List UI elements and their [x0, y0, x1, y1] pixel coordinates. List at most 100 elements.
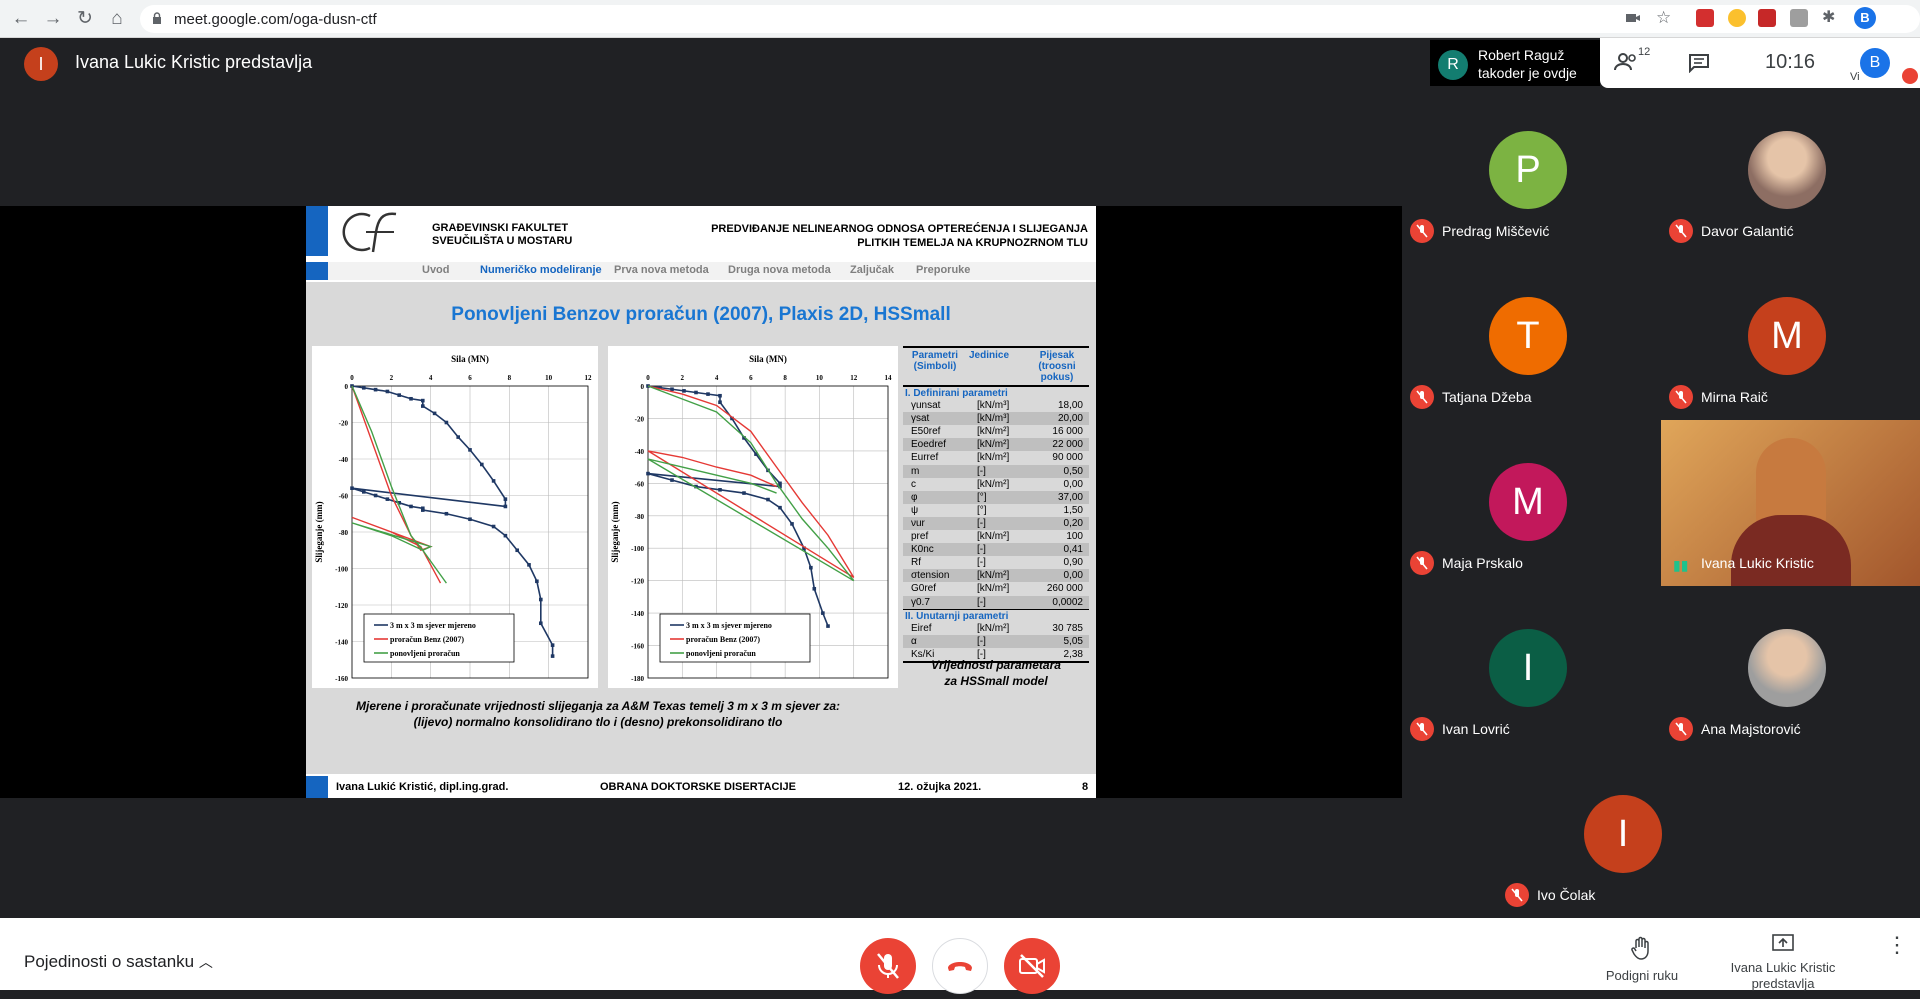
data-point	[362, 386, 366, 390]
participant-tile[interactable]: I Ivo Čolak	[1497, 752, 1756, 918]
data-point	[409, 396, 413, 401]
mic-off-icon	[1410, 551, 1434, 575]
present-screen-icon[interactable]	[1772, 934, 1794, 954]
participant-tile[interactable]: I Ivan Lovrić	[1402, 586, 1661, 752]
table-cell: 37,00	[1057, 491, 1083, 503]
more-options-icon[interactable]: ⋮	[1886, 934, 1908, 956]
table-cell: [-]	[977, 557, 986, 569]
table-cell: m	[911, 465, 920, 477]
notification-text: takoder je ovdje	[1478, 65, 1577, 81]
participant-avatar: P	[1489, 131, 1567, 209]
data-point	[503, 533, 508, 538]
participant-name: Davor Galantić	[1701, 223, 1794, 239]
participant-tile[interactable]: P Predrag Miščević	[1402, 88, 1661, 254]
table-cell: 100	[1066, 531, 1083, 543]
x-tick-label: 8	[508, 374, 512, 382]
table-cell: φ	[911, 491, 918, 503]
slide-heading: Ponovljeni Benzov proračun (2007), Plaxi…	[451, 304, 951, 325]
extension-icon[interactable]	[1728, 9, 1746, 27]
participant-tile[interactable]: T Tatjana Džeba	[1402, 254, 1661, 420]
figure-caption: Mjerene i proračunate vrijednosti slijeg…	[356, 699, 840, 729]
puzzle-icon[interactable]: ✱	[1822, 9, 1840, 27]
table-row: Eurref [kN/m²] 90 000	[903, 451, 1089, 465]
back-icon[interactable]: ←	[10, 8, 32, 30]
address-bar[interactable]: meet.google.com/oga-dusn-ctf	[140, 5, 1920, 33]
home-icon[interactable]: ⌂	[106, 8, 128, 30]
table-cell: [kN/m²]	[977, 622, 1010, 634]
participant-tile[interactable]: M Mirna Raič	[1661, 254, 1920, 420]
table-cell: 5,05	[1063, 635, 1083, 647]
table-row: K0nc [-] 0,41	[903, 543, 1089, 557]
mic-off-button[interactable]	[860, 938, 916, 994]
table-header-units: Jedinice	[969, 350, 1010, 361]
data-point	[535, 579, 539, 584]
table-cell: 0,20	[1063, 517, 1083, 529]
participant-tile[interactable]: M Maja Prskalo	[1402, 420, 1661, 586]
legend-label: 3 m x 3 m sjever mjereno	[390, 621, 476, 630]
table-cell: c	[911, 478, 916, 490]
slide-menu-item-active: Numeričko modeliranje	[480, 264, 602, 276]
table-cell: [kN/m²]	[977, 426, 1010, 438]
table-row: σtension [kN/m²] 0,00	[903, 569, 1089, 583]
table-cell: γsat	[911, 413, 930, 425]
data-point	[706, 392, 710, 396]
self-avatar[interactable]: B	[1860, 48, 1890, 78]
x-tick-label: 8	[783, 374, 787, 382]
presenting-label[interactable]: Ivana Lukic Kristic predstavlja	[1718, 960, 1848, 992]
table-cell: G0ref	[911, 583, 937, 595]
star-icon[interactable]: ☆	[1656, 9, 1674, 27]
y-tick-label: -80	[635, 513, 645, 521]
meeting-details-button[interactable]: Pojedinosti o sastanku ︿	[24, 952, 213, 972]
participant-tile[interactable]: Davor Galantić	[1661, 88, 1920, 254]
data-point	[373, 387, 378, 392]
x-tick-label: 4	[715, 374, 719, 382]
data-point	[790, 522, 794, 526]
footer-date: 12. ožujka 2021.	[898, 781, 982, 793]
y-tick-label: -140	[335, 639, 348, 647]
chat-icon[interactable]	[1688, 53, 1710, 73]
data-point	[432, 411, 437, 416]
x-tick-label: 6	[749, 374, 753, 382]
camera-off-button[interactable]	[1004, 938, 1060, 994]
y-tick-label: -20	[339, 420, 349, 428]
table-cell: 260 000	[1046, 583, 1083, 595]
x-tick-label: 10	[545, 374, 553, 382]
leave-call-button[interactable]	[932, 938, 988, 994]
extension-icon[interactable]	[1758, 9, 1776, 27]
data-point	[670, 387, 674, 392]
data-point	[550, 654, 555, 658]
x-tick-label: 0	[646, 374, 650, 382]
chevron-up-icon: ︿	[198, 954, 213, 970]
table-row: G0ref [kN/m²] 260 000	[903, 582, 1089, 596]
extension-icon[interactable]	[1790, 9, 1808, 27]
participant-name: Ivo Čolak	[1537, 887, 1596, 903]
data-point	[385, 389, 390, 394]
join-notification: R Robert Raguž takoder je ovdje	[1430, 40, 1600, 86]
participant-avatar: T	[1489, 297, 1567, 375]
data-point	[718, 400, 722, 405]
table-cell: 22 000	[1052, 439, 1083, 451]
table-row: Eoedref [kN/m²] 22 000	[903, 438, 1089, 452]
reload-icon[interactable]: ↻	[74, 8, 96, 30]
forward-icon[interactable]: →	[42, 8, 64, 30]
mic-off-icon	[1410, 385, 1434, 409]
legend-label: ponovljeni proračun	[686, 649, 756, 658]
table-cell: K0nc	[911, 544, 934, 556]
pdf-extension-icon[interactable]	[1696, 9, 1714, 27]
people-icon[interactable]	[1614, 52, 1640, 72]
data-point	[503, 497, 508, 501]
participant-tile[interactable]: Ana Majstorović	[1661, 586, 1920, 752]
participant-photo	[1748, 131, 1826, 209]
table-cell: [kN/m²]	[977, 531, 1010, 543]
notification-avatar: R	[1438, 50, 1468, 80]
raise-hand-label[interactable]: Podigni ruku	[1592, 968, 1692, 983]
participant-tile[interactable]: ▮▮ Ivana Lukic Kristic	[1661, 420, 1920, 586]
camera-icon[interactable]	[1624, 9, 1642, 27]
footer-page: 8	[1082, 781, 1089, 793]
browser-profile-avatar[interactable]: B	[1854, 7, 1876, 29]
legend-label: 3 m x 3 m sjever mjereno	[686, 621, 772, 630]
participant-grid: P Predrag Miščević Davor Galantić T Tatjana …	[1402, 88, 1920, 918]
raise-hand-icon[interactable]	[1630, 936, 1652, 960]
table-cell: 0,00	[1063, 570, 1083, 582]
data-point	[397, 393, 401, 397]
